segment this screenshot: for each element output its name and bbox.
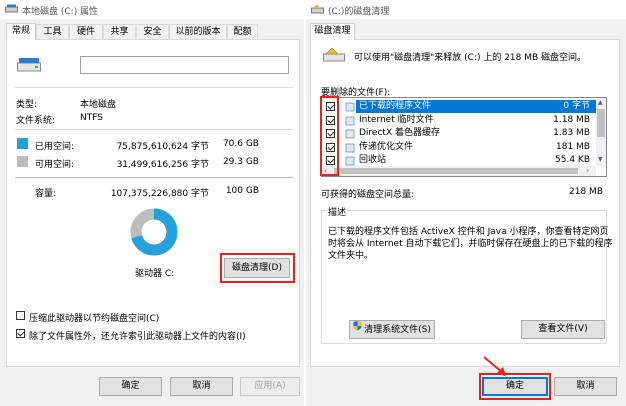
total-space-label: 可获得的磁盘空间总量:	[321, 190, 415, 200]
tab-quota[interactable]: 配额	[227, 24, 258, 39]
general-panel: 类型: 本地磁盘 文件系统: NTFS 已用空间: 75,875,610,624…	[6, 39, 300, 367]
file-row-size: 1.83 MB	[553, 128, 590, 138]
used-color-swatch	[17, 138, 28, 149]
drive-icon	[5, 4, 18, 17]
tab-disk-cleanup[interactable]: 磁盘清理	[310, 23, 355, 40]
drive-large-icon	[17, 57, 41, 76]
cleanup-cancel-button[interactable]: 取消	[554, 377, 617, 396]
tab-tools[interactable]: 工具	[36, 24, 69, 39]
scroll-down-icon[interactable]: ▼	[598, 156, 603, 163]
capacity-gb: 100 GB	[225, 186, 259, 196]
cleanup-title-bar[interactable]: (C:)的磁盘清理	[306, 0, 626, 19]
file-row-name: 传递优化文件	[359, 141, 414, 152]
used-bytes: 75,875,610,624 字节	[116, 142, 209, 152]
file-row-name: DirectX 着色器缓存	[359, 128, 440, 138]
disk-cleanup-window: (C:)的磁盘清理 磁盘清理 可以使用"磁盘清理"来释放 (C:) 上的 218…	[306, 0, 626, 406]
clean-system-files-button[interactable]: 清理系统文件(S)	[349, 320, 435, 339]
description-title: 描述	[326, 205, 349, 218]
shield-icon	[353, 321, 362, 338]
index-label[interactable]: 除了文件属性外，还允许索引此驱动器上文件的内容(I)	[29, 329, 246, 342]
properties-cancel-button[interactable]: 取消	[170, 377, 233, 396]
drive-name-input[interactable]	[80, 56, 289, 74]
filesystem-value: NTFS	[80, 113, 103, 123]
cleanup-intro-text: 可以使用"磁盘清理"来释放 (C:) 上的 218 MB 磁盘空间。	[354, 53, 587, 63]
divider-top	[15, 87, 293, 88]
properties-window: 本地磁盘 (C:) 属性 常规 工具 硬件 共享 安全 以前的版本 配额 类型:…	[0, 0, 304, 406]
tab-hardware[interactable]: 硬件	[69, 24, 103, 39]
cleanup-icon	[311, 4, 324, 17]
compress-label[interactable]: 压缩此驱动器以节约磁盘空间(C)	[29, 311, 159, 324]
properties-title-bar[interactable]: 本地磁盘 (C:) 属性	[0, 0, 304, 19]
tab-security[interactable]: 安全	[136, 24, 169, 39]
tab-general[interactable]: 常规	[6, 23, 36, 40]
file-row[interactable]: Internet 临时文件 1.18 MB	[322, 114, 596, 127]
drive-label: 驱动器 C:	[135, 269, 175, 279]
file-row-size: 1.18 MB	[553, 114, 590, 125]
free-color-swatch	[17, 156, 28, 167]
highlight-checkboxes	[320, 96, 339, 176]
free-bytes: 31,499,616,256 字节	[116, 160, 209, 170]
file-row[interactable]: DirectX 着色器缓存 1.83 MB	[322, 127, 596, 140]
files-list-rows: 已下载的程序文件 0 字节 Internet 临时文件 1.18 MB DirectX …	[322, 100, 596, 168]
file-row[interactable]: 传递优化文件 181 MB	[322, 141, 596, 154]
total-space-value: 218 MB	[569, 187, 603, 197]
file-row[interactable]: 已下载的程序文件 0 字节	[322, 100, 596, 113]
free-gb: 29.3 GB	[222, 157, 259, 167]
view-files-button[interactable]: 查看文件(V)	[521, 320, 605, 339]
file-row-name: 已下载的程序文件	[359, 101, 432, 111]
scroll-right-icon[interactable]: ›	[586, 166, 589, 175]
scroll-up-icon[interactable]: ▲	[598, 99, 603, 106]
files-vertical-scrollbar[interactable]: ▲ ▼	[596, 98, 606, 166]
type-value: 本地磁盘	[80, 100, 117, 110]
files-list[interactable]: 已下载的程序文件 0 字节 Internet 临时文件 1.18 MB DirectX …	[321, 97, 607, 177]
usage-donut-chart	[130, 208, 178, 256]
cleanup-drive-icon	[323, 47, 345, 66]
tab-sharing[interactable]: 共享	[103, 24, 136, 39]
divider-capacity	[15, 177, 293, 178]
properties-apply-button[interactable]: 应用(A)	[240, 377, 300, 396]
tab-previous-versions[interactable]: 以前的版本	[169, 24, 227, 39]
description-line-3: 文件夹中。	[328, 251, 374, 261]
capacity-bytes: 107,375,226,880 字节	[110, 189, 209, 199]
properties-ok-button[interactable]: 确定	[99, 377, 162, 396]
annotation-arrow	[483, 356, 506, 376]
cleanup-title: (C:)的磁盘清理	[328, 7, 390, 17]
properties-title: 本地磁盘 (C:) 属性	[22, 7, 99, 17]
used-label: 已用空间:	[35, 142, 75, 152]
hscroll-thumb[interactable]	[334, 168, 578, 174]
capacity-label: 容量:	[35, 189, 57, 199]
clean-system-files-label: 清理系统文件(S)	[364, 325, 431, 335]
scroll-thumb[interactable]	[597, 109, 605, 137]
divider-mid	[15, 129, 293, 130]
type-label: 类型:	[16, 100, 38, 110]
file-row-size: 181 MB	[556, 141, 590, 152]
file-row-name: Internet 临时文件	[359, 114, 434, 125]
filesystem-label: 文件系统:	[16, 116, 56, 126]
index-checkbox[interactable]	[16, 329, 25, 338]
compress-checkbox[interactable]	[16, 311, 25, 320]
cleanup-panel: 可以使用"磁盘清理"来释放 (C:) 上的 218 MB 磁盘空间。 要删除的文…	[310, 39, 620, 367]
description-group: 描述 已下载的程序文件包括 ActiveX 控件和 Java 小程序，你查看特定…	[321, 205, 612, 344]
used-gb: 70.6 GB	[222, 139, 259, 149]
files-horizontal-scrollbar[interactable]: ‹ ›	[322, 166, 596, 176]
file-row-size: 0 字节	[563, 101, 590, 111]
highlight-cleanup-button	[220, 253, 295, 283]
free-label: 可用空间:	[35, 160, 75, 170]
